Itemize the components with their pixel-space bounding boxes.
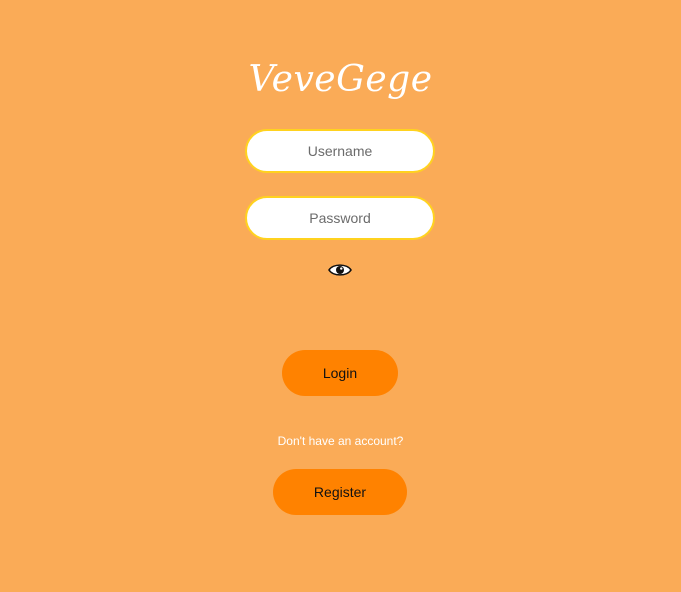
login-button[interactable]: Login (282, 350, 398, 396)
signup-prompt: Don't have an account? (277, 434, 404, 448)
register-button[interactable]: Register (273, 469, 407, 515)
password-input[interactable] (245, 196, 435, 240)
eye-icon[interactable] (328, 262, 352, 278)
app-logo: VeveGege (248, 59, 433, 100)
eye-icon-graphic (328, 264, 352, 276)
username-input[interactable] (245, 129, 435, 173)
